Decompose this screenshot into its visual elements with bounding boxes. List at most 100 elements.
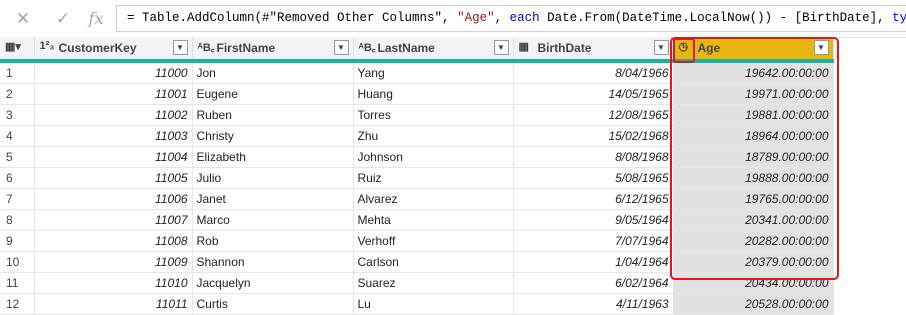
cell-firstname[interactable]: Elizabeth [192,146,354,168]
cell-lastname[interactable]: Suarez [353,272,514,294]
cell-firstname[interactable]: Eugene [192,83,354,105]
formula-bar: ✕ ✓ fx = Table.AddColumn(#"Removed Other… [0,0,906,38]
column-header-customerkey[interactable]: 1²₃ CustomerKey ▼ [34,37,193,63]
cell-customerkey[interactable]: 11006 [34,188,193,210]
row-number[interactable]: 1 [0,61,35,84]
cell-birthdate[interactable]: 6/12/1965 [513,188,674,210]
cell-lastname[interactable]: Zhu [353,125,514,147]
formula-input[interactable]: = Table.AddColumn(#"Removed Other Column… [116,5,906,32]
table-row: 8 11007 Marco Mehta 9/05/1964 20341.00:00:00 [0,209,834,231]
close-icon[interactable]: ✕ [12,8,34,30]
cell-firstname[interactable]: Jacquelyn [192,272,354,294]
table-row: 9 11008 Rob Verhoff 7/07/1964 20282.00:00:00 [0,230,834,252]
row-number[interactable]: 7 [0,188,35,210]
cell-lastname[interactable]: Lu [353,293,514,315]
cell-firstname[interactable]: Ruben [192,104,354,126]
column-header-lastname[interactable]: ᴬB꜀ LastName ▼ [353,37,514,63]
cell-customerkey[interactable]: 11002 [34,104,193,126]
filter-dropdown-icon[interactable]: ▼ [813,40,829,55]
cell-age[interactable]: 19881.00:00:00 [673,104,834,126]
row-number[interactable]: 11 [0,272,35,294]
row-number[interactable]: 4 [0,125,35,147]
row-number[interactable]: 10 [0,251,35,273]
column-header-firstname[interactable]: ᴬB꜀ FirstName ▼ [192,37,354,63]
cell-age[interactable]: 20282.00:00:00 [673,230,834,252]
cell-age[interactable]: 20341.00:00:00 [673,209,834,231]
cell-age[interactable]: 19888.00:00:00 [673,167,834,189]
cell-firstname[interactable]: Curtis [192,293,354,315]
cell-birthdate[interactable]: 1/04/1964 [513,251,674,273]
cell-lastname[interactable]: Verhoff [353,230,514,252]
cell-customerkey[interactable]: 11009 [34,251,193,273]
cell-customerkey[interactable]: 11005 [34,167,193,189]
row-number[interactable]: 8 [0,209,35,231]
cell-firstname[interactable]: Jon [192,61,354,84]
column-type-icon[interactable]: ▦ [519,40,529,53]
cell-firstname[interactable]: Julio [192,167,354,189]
formula-token: each [509,11,540,25]
cell-birthdate[interactable]: 12/08/1965 [513,104,674,126]
cell-birthdate[interactable]: 15/02/1968 [513,125,674,147]
column-type-icon[interactable]: 1²₃ [40,40,55,52]
cell-age[interactable]: 19765.00:00:00 [673,188,834,210]
cell-customerkey[interactable]: 11004 [34,146,193,168]
cell-customerkey[interactable]: 11003 [34,125,193,147]
cell-age[interactable]: 19971.00:00:00 [673,83,834,105]
cell-birthdate[interactable]: 7/07/1964 [513,230,674,252]
cell-firstname[interactable]: Janet [192,188,354,210]
column-type-icon[interactable]: ᴬB꜀ [359,40,376,55]
table-row: 11 11010 Jacquelyn Suarez 6/02/1964 20434.00:… [0,272,834,294]
cell-birthdate[interactable]: 8/08/1968 [513,146,674,168]
cell-firstname[interactable]: Rob [192,230,354,252]
column-header-age[interactable]: ◷ Age ▼ [673,37,834,63]
cell-customerkey[interactable]: 11011 [34,293,193,315]
cell-customerkey[interactable]: 11008 [34,230,193,252]
cell-lastname[interactable]: Yang [353,61,514,84]
column-name: BirthDate [537,41,592,55]
filter-dropdown-icon[interactable]: ▼ [493,40,509,55]
cell-lastname[interactable]: Mehta [353,209,514,231]
cell-lastname[interactable]: Huang [353,83,514,105]
cell-firstname[interactable]: Christy [192,125,354,147]
cell-birthdate[interactable]: 8/04/1966 [513,61,674,84]
filter-dropdown-icon[interactable]: ▼ [333,40,349,55]
cell-age[interactable]: 20528.00:00:00 [673,293,834,315]
cell-lastname[interactable]: Ruiz [353,167,514,189]
cell-birthdate[interactable]: 5/08/1965 [513,167,674,189]
row-number[interactable]: 12 [0,293,35,315]
column-type-icon[interactable]: ◷ [679,40,689,53]
column-header-birthdate[interactable]: ▦ BirthDate ▼ [513,37,674,63]
cell-birthdate[interactable]: 9/05/1964 [513,209,674,231]
cell-birthdate[interactable]: 6/02/1964 [513,272,674,294]
cell-customerkey[interactable]: 11000 [34,61,193,84]
cell-age[interactable]: 18789.00:00:00 [673,146,834,168]
cell-age[interactable]: 19642.00:00:00 [673,61,834,84]
table-row: 12 11011 Curtis Lu 4/11/1963 20528.00:00:00 [0,293,834,315]
cell-age[interactable]: 20379.00:00:00 [673,251,834,273]
cell-lastname[interactable]: Torres [353,104,514,126]
filter-dropdown-icon[interactable]: ▼ [172,40,188,55]
column-type-icon[interactable]: ᴬB꜀ [198,40,215,55]
fx-icon[interactable]: fx [85,8,107,30]
cell-lastname[interactable]: Alvarez [353,188,514,210]
cell-birthdate[interactable]: 4/11/1963 [513,293,674,315]
row-number[interactable]: 9 [0,230,35,252]
cell-age[interactable]: 20434.00:00:00 [673,272,834,294]
row-number[interactable]: 2 [0,83,35,105]
cell-customerkey[interactable]: 11001 [34,83,193,105]
row-number[interactable]: 6 [0,167,35,189]
filter-dropdown-icon[interactable]: ▼ [653,40,669,55]
cell-birthdate[interactable]: 14/05/1965 [513,83,674,105]
cell-customerkey[interactable]: 11007 [34,209,193,231]
cell-firstname[interactable]: Marco [192,209,354,231]
cell-lastname[interactable]: Carlson [353,251,514,273]
formula-token: , [494,11,510,25]
cell-age[interactable]: 18964.00:00:00 [673,125,834,147]
table-menu-button[interactable]: ▦▾ [0,37,35,63]
row-number[interactable]: 5 [0,146,35,168]
cell-customerkey[interactable]: 11010 [34,272,193,294]
cell-firstname[interactable]: Shannon [192,251,354,273]
row-number[interactable]: 3 [0,104,35,126]
check-icon[interactable]: ✓ [52,8,74,30]
cell-lastname[interactable]: Johnson [353,146,514,168]
